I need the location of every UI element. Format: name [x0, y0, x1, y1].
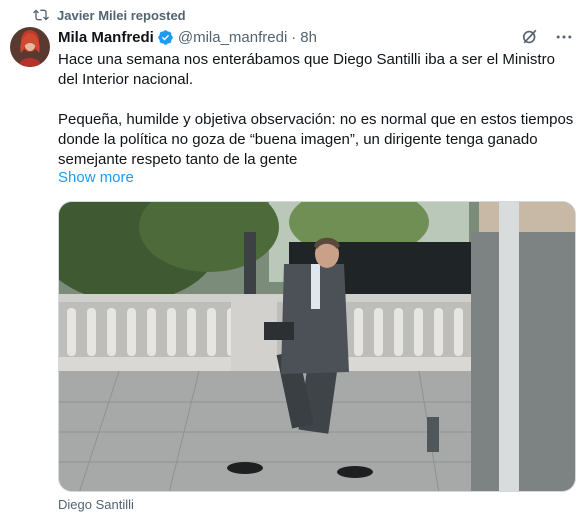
- tweet-paragraph: Hace una semana nos enterábamos que Dieg…: [58, 51, 555, 88]
- verified-badge-icon[interactable]: [157, 29, 174, 46]
- separator-dot: ·: [291, 28, 297, 46]
- author-handle[interactable]: @mila_manfredi: [178, 29, 287, 46]
- tweet-photo[interactable]: [58, 201, 576, 492]
- repost-indicator[interactable]: Javier Milei reposted: [33, 6, 186, 24]
- timestamp[interactable]: 8h: [300, 29, 317, 46]
- photo-scene: [59, 202, 575, 491]
- repost-icon: [33, 9, 49, 21]
- tweet-header: Mila Manfredi @mila_manfredi · 8h: [58, 27, 574, 47]
- header-actions: [520, 27, 574, 47]
- tweet-paragraph: Pequeña, humilde y objetiva observación:…: [58, 111, 574, 168]
- avatar[interactable]: [10, 27, 50, 67]
- more-options-icon[interactable]: [554, 27, 574, 47]
- show-more-link[interactable]: Show more: [58, 169, 134, 186]
- tweet-body: Hace una semana nos enterábamos que Dieg…: [58, 50, 574, 170]
- repost-label: Javier Milei reposted: [57, 7, 186, 23]
- display-name[interactable]: Mila Manfredi: [58, 29, 154, 46]
- grok-icon[interactable]: [520, 27, 540, 47]
- photo-caption: Diego Santilli: [58, 497, 134, 512]
